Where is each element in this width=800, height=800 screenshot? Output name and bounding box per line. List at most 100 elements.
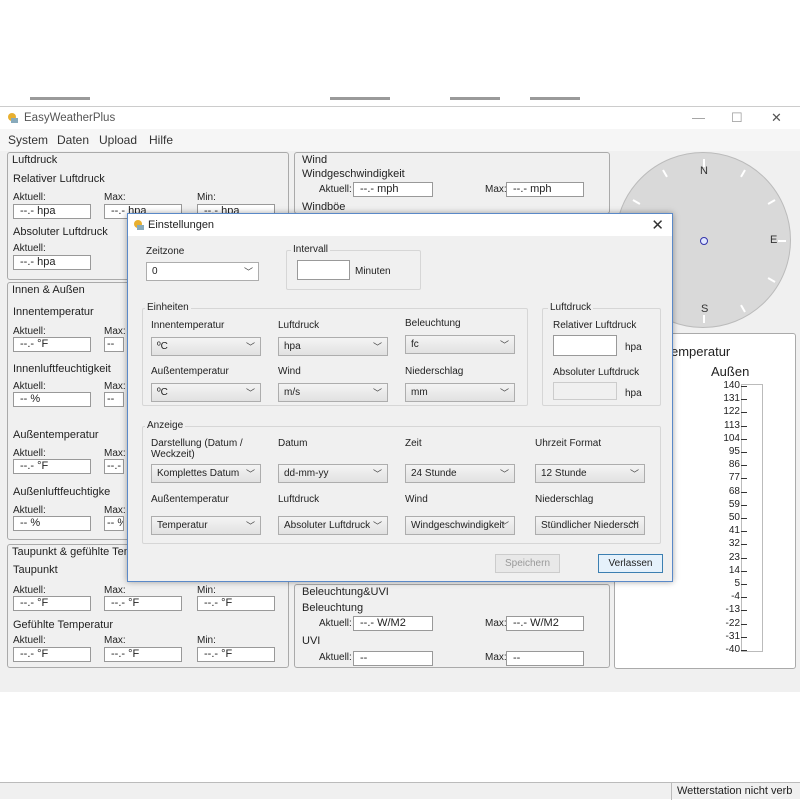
dialog-close-button[interactable]: ✕ bbox=[651, 216, 664, 234]
wind-max-value: --.- mph bbox=[506, 182, 584, 197]
compass-tick bbox=[767, 199, 776, 205]
scale-tick bbox=[741, 610, 747, 612]
datum-select[interactable]: dd-mm-yy ﹀ bbox=[278, 464, 388, 483]
wind-select[interactable]: m/s ﹀ bbox=[278, 383, 388, 402]
app-title: EasyWeatherPlus bbox=[24, 112, 116, 124]
zeit-select[interactable]: 24 Stunde ﹀ bbox=[405, 464, 515, 483]
innentemperatur-label: Innentemperatur bbox=[13, 306, 94, 318]
compass-tick bbox=[778, 240, 786, 242]
chevron-down-icon: ﹀ bbox=[499, 388, 509, 398]
einheiten-group: Einheiten Innentemperatur ºC ﹀ Luftdruck … bbox=[142, 302, 528, 406]
absolut-label: Absoluter Luftdruck bbox=[553, 367, 640, 378]
scale-tick bbox=[741, 531, 747, 533]
niederschlag-select[interactable]: mm ﹀ bbox=[405, 383, 515, 402]
close-button[interactable]: ✕ bbox=[771, 110, 782, 126]
uhrzeit-select[interactable]: 12 Stunde ﹀ bbox=[535, 464, 645, 483]
gefuehlt-label: Gefühlte Temperatur bbox=[13, 619, 114, 631]
max-label: Max: bbox=[104, 448, 126, 459]
menu-daten[interactable]: Daten bbox=[57, 133, 89, 147]
scale-tick bbox=[741, 452, 747, 453]
aktuell-label: Aktuell: bbox=[13, 448, 46, 459]
einstellungen-dialog: Einstellungen ✕ Zeitzone 0 ﹀ Intervall Mi… bbox=[127, 213, 673, 582]
innenfeuchte-max-value: -- bbox=[104, 392, 124, 407]
scale-label: 86 bbox=[728, 459, 740, 471]
menu-upload[interactable]: Upload bbox=[99, 133, 137, 147]
scale-label: -40 bbox=[725, 644, 740, 655]
scale-label: -31 bbox=[725, 630, 740, 642]
chevron-down-icon: ﹀ bbox=[245, 388, 255, 398]
wind-title: Wind bbox=[302, 154, 328, 166]
einheiten-title: Einheiten bbox=[145, 302, 191, 314]
scale-label: 5 bbox=[734, 578, 740, 589]
gefuehlt-aktuell-value: --.- °F bbox=[13, 647, 91, 662]
menu-hilfe[interactable]: Hilfe bbox=[149, 133, 173, 147]
scale-tick bbox=[741, 425, 747, 427]
aussentemp-label: Außentemperatur bbox=[151, 366, 229, 377]
leave-button[interactable]: Verlassen bbox=[598, 554, 663, 573]
beleuchtung-select[interactable]: fc ﹀ bbox=[405, 335, 515, 354]
niederschlag-value: mm bbox=[411, 387, 428, 398]
anzeige-title: Anzeige bbox=[145, 420, 186, 432]
zeit-label: Zeit bbox=[405, 438, 422, 449]
absolut-label: Absoluter Luftdruck bbox=[13, 226, 108, 238]
luftdruck-value: hpa bbox=[284, 341, 301, 352]
max-label: Max: bbox=[104, 192, 126, 203]
compass-tick bbox=[740, 304, 746, 313]
menu-system[interactable]: System bbox=[8, 133, 48, 147]
dialog-title-bar: Einstellungen ✕ bbox=[128, 214, 672, 236]
aktuell-label: Aktuell: bbox=[13, 505, 46, 516]
aussentemp-display-select[interactable]: Temperatur ﹀ bbox=[151, 516, 261, 535]
maximize-button[interactable]: ☐ bbox=[731, 110, 743, 126]
scale-label: 113 bbox=[724, 419, 740, 431]
innentemp-select[interactable]: ºC ﹀ bbox=[151, 337, 261, 356]
temperatur-title: emperatur bbox=[671, 344, 731, 359]
scale-tick bbox=[741, 386, 747, 387]
scale-tick bbox=[741, 504, 747, 506]
taupunkt-max-value: --.- °F bbox=[104, 596, 182, 611]
zeitzone-select[interactable]: 0 ﹀ bbox=[146, 262, 259, 281]
aussentemp-select[interactable]: ºC ﹀ bbox=[151, 383, 261, 402]
beleuchtung-label: Beleuchtung bbox=[405, 318, 461, 329]
taupunkt-label: Taupunkt bbox=[13, 564, 58, 576]
minimize-button[interactable]: — bbox=[692, 110, 705, 125]
compass-tick bbox=[740, 169, 746, 178]
chevron-down-icon: ﹀ bbox=[372, 342, 382, 352]
chevron-down-icon: ﹀ bbox=[372, 521, 382, 531]
scale-label: 122 bbox=[723, 406, 740, 418]
aktuell-label: Aktuell: bbox=[13, 192, 46, 203]
scale-label: -13 bbox=[725, 604, 740, 616]
wind-label: Wind bbox=[278, 366, 301, 377]
aussenfeuchte-max-value: -- % bbox=[104, 516, 124, 531]
luftdruck-display-select[interactable]: Absoluter Luftdruck ﹀ bbox=[278, 516, 388, 535]
absolut-unit: hpa bbox=[625, 388, 642, 399]
gefuehlt-min-value: --.- °F bbox=[197, 647, 275, 662]
luftdruck-title: Luftdruck bbox=[12, 154, 58, 166]
innenfeuchte-value: -- % bbox=[13, 392, 91, 407]
min-label: Min: bbox=[197, 635, 216, 646]
wind-display-select[interactable]: Windgeschwindigkeit ﹀ bbox=[405, 516, 515, 535]
wind-label: Wind bbox=[405, 494, 428, 505]
aktuell-label: Aktuell: bbox=[319, 652, 352, 663]
compass-tick bbox=[632, 199, 641, 205]
background-artifact bbox=[450, 97, 500, 100]
intervall-input[interactable] bbox=[297, 260, 350, 280]
beleuchtung-panel: Beleuchtung&UVI Beleuchtung Aktuell: --.… bbox=[294, 584, 610, 668]
darstellung-select[interactable]: Komplettes Datum ﹀ bbox=[151, 464, 261, 483]
uvi-max-value: -- bbox=[506, 651, 584, 666]
save-button[interactable]: Speichern bbox=[495, 554, 560, 573]
niederschlag-display-select[interactable]: Stündlicher Niedersch ﹀ bbox=[535, 516, 645, 535]
darstellung-value: Komplettes Datum bbox=[157, 468, 240, 479]
aussenfeuchte-value: -- % bbox=[13, 516, 91, 531]
innentemp-max-value: -- bbox=[104, 337, 124, 352]
windboe-label: Windböe bbox=[302, 201, 346, 213]
beleuchtung-title: Beleuchtung&UVI bbox=[302, 586, 389, 598]
zeitzone-value: 0 bbox=[152, 266, 158, 277]
status-divider bbox=[671, 783, 672, 800]
aussentemperatur-label: Außentemperatur bbox=[13, 429, 99, 441]
luftdruck-select[interactable]: hpa ﹀ bbox=[278, 337, 388, 356]
absolut-input[interactable] bbox=[553, 382, 617, 400]
innentemp-value: ºC bbox=[157, 341, 168, 352]
niederschlag-label: Niederschlag bbox=[405, 366, 464, 377]
relativ-input[interactable] bbox=[553, 335, 617, 356]
taupunkt-min-value: --.- °F bbox=[197, 596, 275, 611]
